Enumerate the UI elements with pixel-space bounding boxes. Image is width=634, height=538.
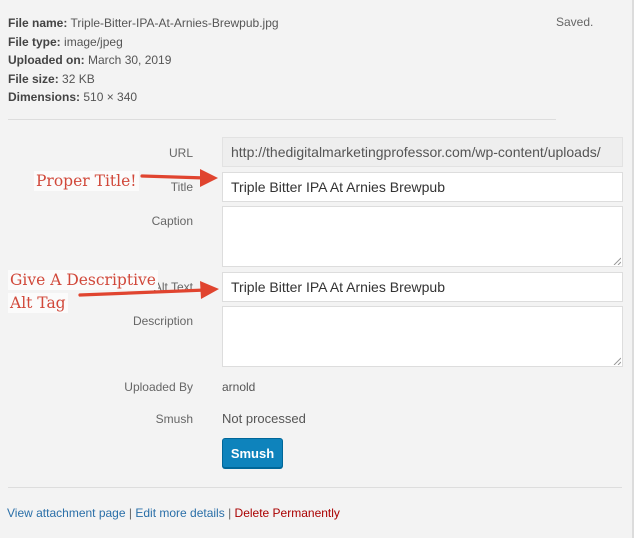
file-size: 32 KB <box>62 71 95 86</box>
annotation-alt-tag-line2: Alt Tag <box>8 293 68 313</box>
top-divider <box>8 119 556 120</box>
annotation-proper-title: Proper Title! <box>34 171 139 191</box>
uploaded-by-value: arnold <box>222 380 256 394</box>
uploaded-on-row: Uploaded on: March 30, 2019 <box>8 53 172 67</box>
caption-resize-handle[interactable] <box>613 257 621 265</box>
link-separator: | <box>128 506 132 520</box>
delete-permanently-link[interactable]: Delete Permanently <box>235 506 340 520</box>
file-name: Triple-Bitter-IPA-At-Arnies-Brewpub.jpg <box>70 16 279 30</box>
dimensions-row: Dimensions: 510 × 340 <box>8 90 138 104</box>
description-resize-handle[interactable] <box>613 357 621 365</box>
file-details: File name: Triple-Bitter-IPA-At-Arnies-B… <box>8 14 279 107</box>
file-type-row: File type: image/jpeg <box>8 34 123 49</box>
uploaded-on: March 30, 2019 <box>88 53 172 67</box>
url-label: URL <box>168 146 193 160</box>
saved-status: Saved. <box>556 15 594 29</box>
caption-label: Caption <box>151 214 193 228</box>
attachment-actions: View attachment page | Edit more details… <box>7 506 340 520</box>
caption-textarea[interactable] <box>222 206 623 267</box>
view-attachment-link[interactable]: View attachment page <box>7 506 126 520</box>
file-name-row: File name: Triple-Bitter-IPA-At-Arnies-B… <box>8 16 279 30</box>
smush-button[interactable]: Smush <box>222 438 283 468</box>
description-textarea[interactable] <box>222 306 623 367</box>
file-type: image/jpeg <box>64 34 123 49</box>
alt-text-input[interactable] <box>222 272 623 302</box>
smush-status: Not processed <box>222 411 306 426</box>
title-input[interactable] <box>222 172 623 202</box>
url-field[interactable]: http://thedigitalmarketingprofessor.com/… <box>222 137 623 167</box>
smush-label: Smush <box>155 412 193 426</box>
uploaded-by-label: Uploaded By <box>124 380 193 394</box>
bottom-divider <box>8 487 622 488</box>
description-label: Description <box>132 314 193 328</box>
dimensions: 510 × 340 <box>83 90 138 104</box>
link-separator: | <box>228 506 232 520</box>
file-size-row: File size: 32 KB <box>8 71 95 86</box>
edit-details-link[interactable]: Edit more details <box>135 506 224 520</box>
arrow-to-alt-text-icon <box>78 281 219 299</box>
arrow-to-title-icon <box>140 169 218 187</box>
